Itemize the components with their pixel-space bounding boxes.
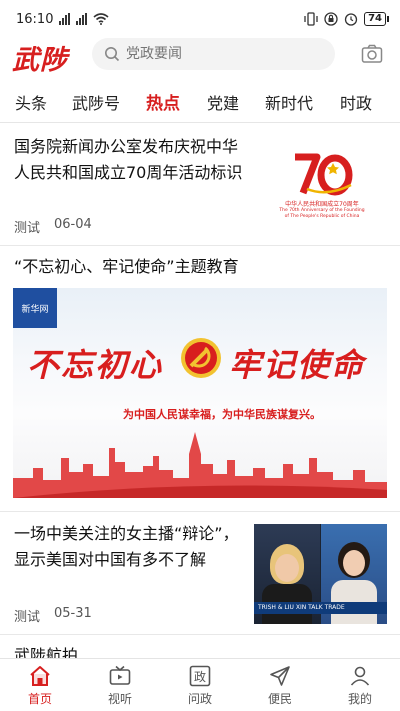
nav-shiting-label: 视听 xyxy=(107,692,132,706)
anniversary-70-emblem xyxy=(295,153,353,195)
news-meta: 测试 05-31 xyxy=(14,606,92,625)
news-date: 06-04 xyxy=(54,217,92,232)
signal-icon-2 xyxy=(76,13,88,25)
city-skyline-illustration xyxy=(13,432,387,498)
bottom-navigation: 首页 视听 政 问政 便民 我的 xyxy=(0,658,400,711)
tab-wuzhihao[interactable]: 武陟号 xyxy=(72,90,120,114)
battery-indicator: 74 xyxy=(364,12,389,26)
news-item[interactable]: 武陟航拍 xyxy=(0,635,400,658)
vibrate-icon xyxy=(304,12,318,26)
anniversary-caption-en: The 70th Anniversary of the Founding of … xyxy=(279,207,365,219)
tab-redian[interactable]: 热点 xyxy=(146,89,180,114)
alarm-icon xyxy=(344,13,358,26)
banner-heading-right: 牢记使命 xyxy=(229,346,366,384)
nav-home-label: 首页 xyxy=(27,692,52,706)
xinhua-logo: 新华网 xyxy=(13,288,57,328)
tv-icon xyxy=(109,665,131,685)
news-meta: 测试 06-04 xyxy=(14,217,92,236)
tab-shizheng[interactable]: 时政 xyxy=(340,90,372,114)
wifi-icon xyxy=(93,13,109,25)
status-bar: 16:10 74 xyxy=(0,0,400,38)
app-header: 武陟 xyxy=(0,38,400,76)
tv-ticker: TRISH & LIU XIN TALK TRADE xyxy=(254,602,387,614)
nav-wenzheng-label: 问政 xyxy=(187,692,212,706)
home-icon xyxy=(30,666,50,686)
banner-subtitle: 为中国人民谋幸福，为中华民族谋复兴。 xyxy=(123,408,321,421)
tab-dangjian[interactable]: 党建 xyxy=(207,90,239,114)
send-icon xyxy=(270,666,290,686)
camera-icon[interactable] xyxy=(361,43,383,65)
news-title: 一场中美关注的女主播“辩论”，显示美国对中国有多不了解 xyxy=(14,524,239,569)
status-right: 74 xyxy=(304,12,389,26)
nav-shiting[interactable]: 视听 xyxy=(80,659,160,711)
category-tabs: 头条 武陟号 热点 党建 新时代 时政 xyxy=(0,86,400,120)
lock-icon xyxy=(324,12,338,26)
nav-mine-label: 我的 xyxy=(347,692,372,706)
search-bar[interactable] xyxy=(92,38,335,70)
news-title: 国务院新闻办公室发布庆祝中华人民共和国成立70周年活动标识 xyxy=(14,137,243,182)
search-input[interactable] xyxy=(126,46,316,62)
theme-education-banner: 新华网 不忘初心 牢记使命 为中国人民谋幸福，为中华民族谋复兴。 xyxy=(13,288,387,498)
nav-mine[interactable]: 我的 xyxy=(320,659,400,711)
zheng-icon: 政 xyxy=(189,665,211,687)
nav-bianmin-label: 便民 xyxy=(267,692,292,706)
party-emblem-icon xyxy=(181,338,221,378)
signal-icon xyxy=(59,13,71,25)
news-source: 测试 xyxy=(14,610,41,625)
banner-heading-left: 不忘初心 xyxy=(27,346,164,384)
news-date: 05-31 xyxy=(54,606,92,621)
news-title: 武陟航拍 xyxy=(14,646,79,658)
tab-xinshidai[interactable]: 新时代 xyxy=(265,90,313,114)
user-icon xyxy=(350,666,370,686)
app-logo: 武陟 xyxy=(12,45,68,76)
nav-home[interactable]: 首页 xyxy=(0,659,80,711)
right-anchor-face xyxy=(343,550,365,576)
search-icon xyxy=(105,47,120,62)
status-left: 16:10 xyxy=(16,12,109,27)
news-source: 测试 xyxy=(14,221,41,236)
svg-text:政: 政 xyxy=(194,670,206,684)
nav-wenzheng[interactable]: 政 问政 xyxy=(160,659,240,711)
tab-toutiao[interactable]: 头条 xyxy=(15,90,47,114)
status-time: 16:10 xyxy=(16,11,54,27)
left-anchor-face xyxy=(275,554,299,582)
anniversary-70-thumbnail: 中华人民共和国成立70周年 The 70th Anniversary of th… xyxy=(259,145,385,223)
anchor-debate-thumbnail: TRISH & LIU XIN TALK TRADE xyxy=(254,524,387,624)
nav-bianmin[interactable]: 便民 xyxy=(240,659,320,711)
news-title: “不忘初心、牢记使命”主题教育 xyxy=(14,257,239,276)
anniversary-caption-cn: 中华人民共和国成立70周年 xyxy=(285,200,359,208)
